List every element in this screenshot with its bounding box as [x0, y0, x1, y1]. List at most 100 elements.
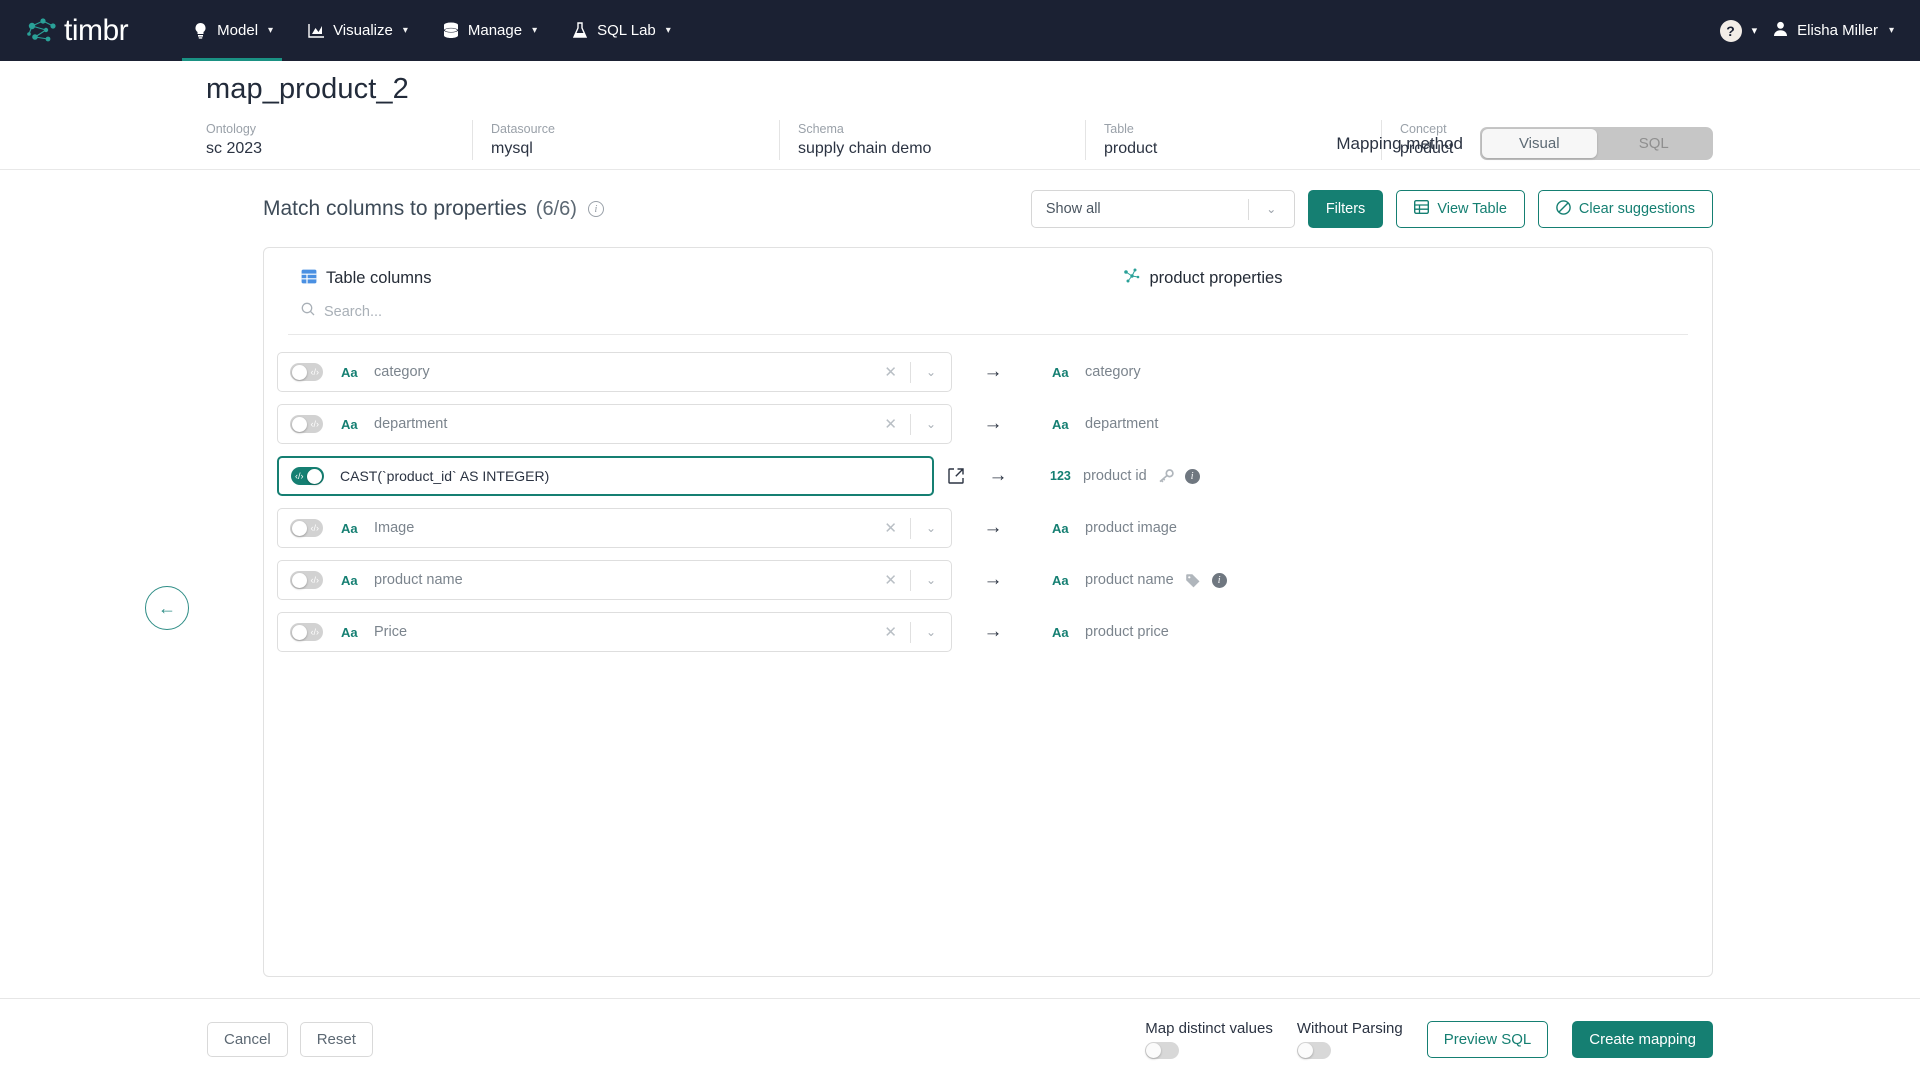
meta-datasource: Datasource mysql — [472, 120, 779, 160]
expression-toggle[interactable]: ‹/› — [290, 571, 323, 589]
clear-icon[interactable]: ✕ — [871, 519, 910, 537]
concept-properties-title: product properties — [1149, 269, 1283, 287]
column-name: department — [374, 416, 448, 432]
table-row: ‹/› CAST(`product_id` AS INTEGER) → 123 … — [264, 450, 1712, 502]
column-actions: ✕ ⌄ — [871, 517, 951, 539]
expression-toggle[interactable]: ‹/› — [290, 363, 323, 381]
timbr-logo[interactable]: timbr — [26, 13, 129, 48]
column-actions: ✕ ⌄ — [871, 361, 951, 383]
column-box-expression[interactable]: ‹/› CAST(`product_id` AS INTEGER) — [277, 456, 934, 496]
expression-toggle[interactable]: ‹/› — [291, 467, 324, 485]
property-cell: 123 product id i — [1032, 468, 1200, 484]
search-input[interactable] — [324, 303, 744, 320]
meta-label: Schema — [798, 122, 844, 136]
nav-label-manage: Manage — [467, 22, 523, 39]
nav-item-model[interactable]: Model ▾ — [174, 0, 290, 61]
nav-label-sql-lab: SQL Lab — [597, 22, 656, 39]
help-icon[interactable]: ? — [1719, 19, 1742, 42]
code-icon: ‹/› — [310, 522, 320, 533]
map-distinct-values-toggle[interactable] — [1145, 1042, 1180, 1059]
clear-icon[interactable]: ✕ — [871, 571, 910, 589]
column-box-product-name[interactable]: ‹/› Aa product name ✕ ⌄ — [277, 560, 952, 600]
open-editor-icon[interactable] — [948, 468, 964, 484]
view-table-button[interactable]: View Table — [1396, 190, 1525, 228]
code-icon: ‹/› — [310, 366, 320, 377]
user-menu[interactable]: Elisha Miller ▾ — [1773, 21, 1894, 41]
clear-suggestions-button[interactable]: Clear suggestions — [1537, 190, 1713, 228]
table-row: ‹/› Aa category ✕ ⌄ → Aa category — [264, 346, 1712, 398]
clear-icon[interactable]: ✕ — [871, 623, 910, 641]
property-type-badge: Aa — [1052, 572, 1069, 588]
show-filter-select[interactable]: Show all ⌄ — [1030, 190, 1295, 228]
toolbar: Match columns to properties (6/6) i Show… — [0, 170, 1920, 228]
toggle-knob — [292, 572, 307, 588]
section-title: Match columns to properties — [263, 197, 527, 220]
table-row: ‹/› Aa product name ✕ ⌄ → Aa product nam… — [264, 554, 1712, 606]
clear-icon[interactable]: ✕ — [871, 415, 910, 433]
toggle-knob — [307, 468, 322, 484]
search-wrap — [301, 302, 1712, 321]
cancel-button[interactable]: Cancel — [207, 1022, 288, 1057]
meta-value: supply chain demo — [798, 140, 932, 157]
reset-button[interactable]: Reset — [299, 1022, 373, 1057]
type-badge: Aa — [341, 572, 358, 588]
chevron-down-icon[interactable]: ⌄ — [911, 625, 951, 639]
nav-label-model: Model — [217, 22, 259, 39]
mapping-option-sql[interactable]: SQL — [1597, 129, 1712, 158]
chevron-down-icon[interactable]: ⌄ — [911, 573, 951, 587]
property-cell: Aa product name i — [1034, 572, 1227, 588]
help-chevron-down-icon[interactable]: ▾ — [1748, 24, 1768, 37]
meta-label: Ontology — [206, 122, 257, 136]
chevron-down-icon: ⌄ — [1266, 202, 1277, 216]
property-type-badge: 123 — [1050, 469, 1071, 483]
back-button[interactable]: ← — [145, 586, 189, 630]
info-icon[interactable]: i — [587, 201, 604, 217]
info-icon[interactable]: i — [1184, 468, 1200, 484]
avatar-icon — [1773, 21, 1788, 41]
map-distinct-values-label: Map distinct values — [1145, 1020, 1273, 1037]
expression-toggle[interactable]: ‹/› — [290, 623, 323, 641]
filters-button[interactable]: Filters — [1307, 190, 1384, 228]
nav-item-manage[interactable]: Manage ▾ — [425, 0, 554, 61]
column-box-price[interactable]: ‹/› Aa Price ✕ ⌄ — [277, 612, 952, 652]
table-icon — [301, 269, 317, 289]
property-cell: Aa product price — [1034, 624, 1169, 640]
meta-value: mysql — [491, 140, 533, 157]
mapping-option-visual[interactable]: Visual — [1482, 129, 1597, 158]
clear-icon[interactable]: ✕ — [871, 363, 910, 381]
column-box-department[interactable]: ‹/› Aa department ✕ ⌄ — [277, 404, 952, 444]
chart-icon — [307, 22, 325, 40]
code-icon: ‹/› — [310, 626, 320, 637]
column-box-category[interactable]: ‹/› Aa category ✕ ⌄ — [277, 352, 952, 392]
chevron-down-icon[interactable]: ⌄ — [911, 417, 951, 431]
footer-right-actions: Map distinct values Without Parsing Prev… — [1145, 1020, 1713, 1059]
preview-sql-button[interactable]: Preview SQL — [1426, 1021, 1549, 1058]
show-filter-value: Show all — [1045, 201, 1101, 217]
toolbar-actions: Show all ⌄ Filters View Table Clear sugg… — [1030, 190, 1713, 228]
without-parsing-field: Without Parsing — [1296, 1020, 1403, 1059]
tag-icon — [1185, 573, 1201, 588]
top-navbar: timbr Model ▾ Visualize ▾ Manage ▾ SQL L… — [0, 0, 1920, 61]
chevron-down-icon[interactable]: ⌄ — [911, 365, 951, 379]
column-name: product name — [374, 572, 463, 588]
column-box-image[interactable]: ‹/› Aa Image ✕ ⌄ — [277, 508, 952, 548]
toggle-knob — [292, 416, 307, 432]
map-arrow-icon: → — [983, 413, 1003, 434]
info-icon[interactable]: i — [1211, 572, 1227, 588]
code-icon: ‹/› — [310, 574, 320, 585]
expression-toggle[interactable]: ‹/› — [290, 519, 323, 537]
nav-label-visualize: Visualize — [333, 22, 393, 39]
type-badge: Aa — [341, 624, 358, 640]
without-parsing-toggle[interactable] — [1296, 1042, 1331, 1059]
map-arrow-icon: → — [983, 621, 1003, 642]
nav-item-visualize[interactable]: Visualize ▾ — [290, 0, 425, 61]
chevron-down-icon[interactable]: ⌄ — [911, 521, 951, 535]
create-mapping-button[interactable]: Create mapping — [1572, 1021, 1713, 1058]
column-name: Image — [374, 520, 415, 536]
chevron-down-icon: ▾ — [268, 25, 274, 36]
table-row: ‹/› Aa Price ✕ ⌄ → Aa product price — [264, 606, 1712, 658]
timbr-logo-text: timbr — [64, 13, 129, 47]
nav-item-sql-lab[interactable]: SQL Lab ▾ — [554, 0, 688, 61]
expression-toggle[interactable]: ‹/› — [290, 415, 323, 433]
property-type-badge: Aa — [1052, 520, 1069, 536]
